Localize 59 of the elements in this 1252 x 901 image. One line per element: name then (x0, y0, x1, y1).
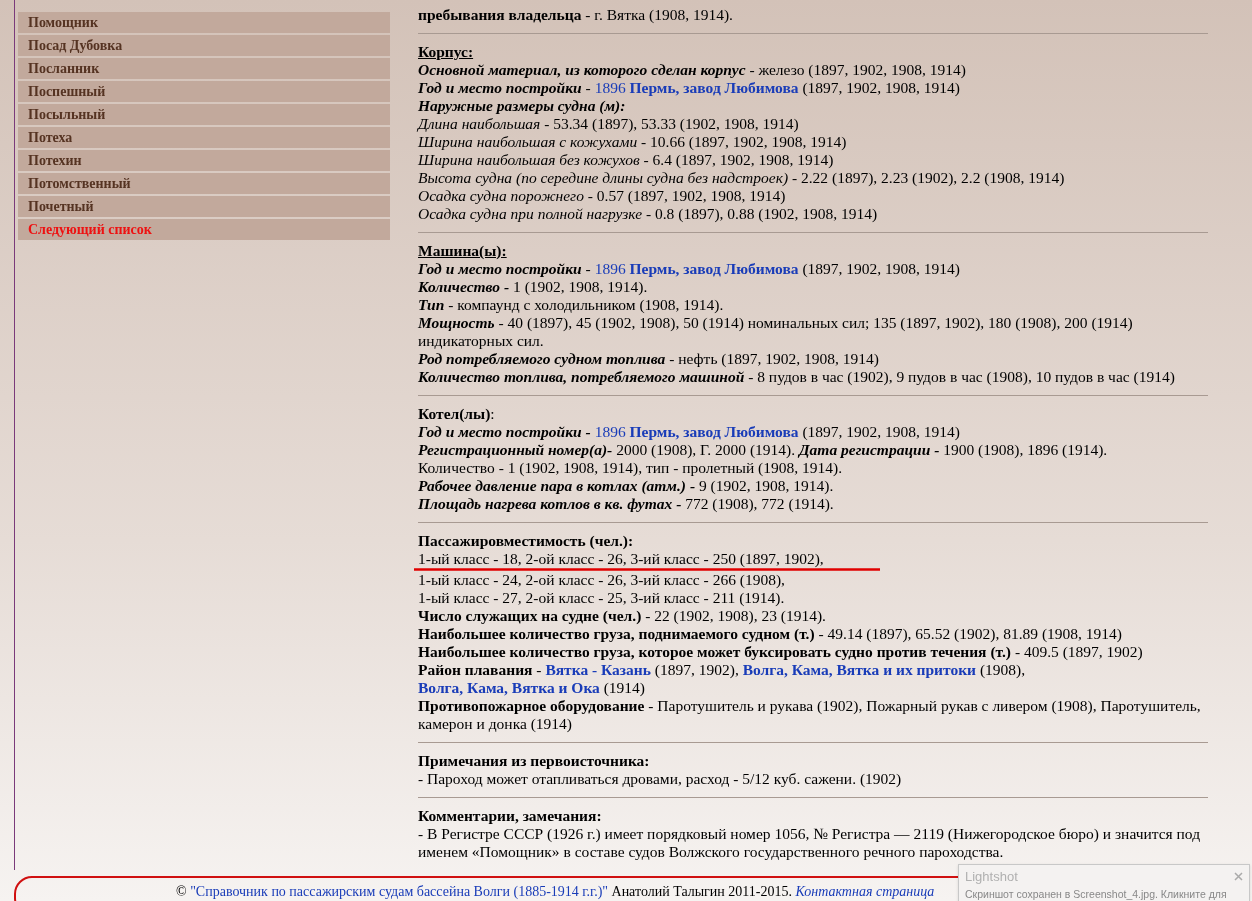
info-line: Тип - компаунд с холодильником (1908, 1914). (418, 296, 725, 314)
info-line: Корпус: (418, 43, 475, 61)
link[interactable]: Контактная страница (795, 884, 935, 899)
link[interactable]: 1896 Пермь, завод Любимова (594, 79, 799, 96)
info-line: Длина наибольшая - 53.34 (1897), 53.33 (1902, 1908, 1914) (418, 115, 800, 133)
sidebar-item[interactable]: Помощник (18, 12, 390, 33)
sidebar-item[interactable]: Потомственный (18, 173, 390, 194)
info-line: Примечания из первоисточника: (418, 752, 651, 770)
info-line: Высота судна (по середине длины судна без надстроек) - 2.22 (1897), 2.23 (1902), 2.2 (1908, 1914) (418, 169, 1066, 187)
info-line: Год и место постройки - 1896 Пермь, завод Любимова (1897, 1902, 1908, 1914) (418, 79, 961, 97)
info-line: Район плавания - Вятка - Казань (1897, 1902), Волга, Кама, Вятка и их притоки (1908), Волга, Кама, Вятка и Ока (1914) (418, 661, 1027, 697)
close-icon[interactable] (1234, 872, 1243, 882)
info-line: Год и место постройки - 1896 Пермь, завод Любимова (1897, 1902, 1908, 1914) (418, 260, 961, 278)
sidebar-item[interactable]: Почетный (18, 196, 390, 217)
notification-title: Lightshot (965, 868, 1018, 886)
info-line: Наибольшее количество груза, поднимаемого судном (т.) - 49.14 (1897), 65.52 (1902), 81.89 (1908, 1914) (418, 625, 1123, 643)
info-line: 1-ый класс - 18, 2-ой класс - 26, 3-ий класс - 250 (1897, 1902), (418, 550, 825, 568)
info-line: Площадь нагрева котлов в кв. футах - 772 (1908), 772 (1914). (418, 495, 835, 513)
sidebar-item[interactable]: Потехин (18, 150, 390, 171)
link[interactable]: Волга, Кама, Вятка и Ока (418, 679, 600, 696)
info-line: Ширина наибольшая с кожухами - 10.66 (1897, 1902, 1908, 1914) (418, 133, 848, 151)
info-line: Осадка судна порожнего - 0.57 (1897, 1902, 1908, 1914) (418, 187, 787, 205)
sidebar-item[interactable]: Поспешный (18, 81, 390, 102)
info-line: Основной материал, из которого сделан корпус - железо (1897, 1902, 1908, 1914) (418, 61, 967, 79)
info-line: Наибольшее количество груза, которое может буксировать судно против течения (т.) - 409.5 (1897, 1902) (418, 643, 1144, 661)
sidebar-item[interactable]: Посад Дубовка (18, 35, 390, 56)
info-line: Противопожарное оборудование - Паротушитель и рукава (1902), Пожарный рукав с ливером (1908), Паротушитель, камерон и донка (1914) (418, 697, 1202, 733)
info-line: Наружные размеры судна (м): (418, 97, 627, 115)
info-line: - Пароход может отапливаться дровами, расход - 5/12 куб. сажени. (1902) (418, 770, 903, 788)
footer-text: © "Справочник по пассажирским судам бассейна Волги (1885-1914 г.г.)" Анатолий Талыгин 2011-2015. Контактная страница (176, 883, 935, 901)
sidebar-item[interactable]: Посланник (18, 58, 390, 79)
info-line: Мощность - 40 (1897), 45 (1902, 1908), 50 (1914) номинальных сил; 135 (1897, 1902), 180 (1908), 200 (1914) индикаторных сил. (418, 314, 1134, 350)
info-line: Количество - 1 (1902, 1908, 1914). (418, 278, 649, 296)
link[interactable]: "Справочник по пассажирским судам бассейна Волги (1885-1914 г.г.)" (190, 884, 608, 899)
link[interactable]: 1896 Пермь, завод Любимова (594, 423, 799, 440)
info-line: 1-ый класс - 27, 2-ой класс - 25, 3-ий класс - 211 (1914). (418, 589, 786, 607)
info-line: Регистрационный номер(а)- 2000 (1908), Г. 2000 (1914). Дата регистрации - 1900 (1908), 1896 (1914). (418, 441, 1109, 459)
info-line: Машина(ы): (418, 242, 508, 260)
info-line: Пассажировместимость (чел.): (418, 532, 635, 550)
sidebar-item[interactable]: Посыльный (18, 104, 390, 125)
info-line: Рабочее давление пара в котлах (атм.) - 9 (1902, 1908, 1914). (418, 477, 835, 495)
notification-message: Скриншот сохранен в Screenshot_4.jpg. Кликните для (965, 886, 1228, 901)
info-line: - В Регистре СССР (1926 г.) имеет порядковый номер 1056, № Регистра — 2119 (Нижегородское бюро) и значится под именем «Помощник» в составе судов Волжского государственного речного пароходства. (418, 825, 1202, 861)
info-line: Число служащих на судне (чел.) - 22 (1902, 1908), 23 (1914). (418, 607, 827, 625)
info-line: Котел(лы): (418, 405, 496, 423)
info-line: 1-ый класс - 24, 2-ой класс - 26, 3-ий класс - 266 (1908), (418, 571, 786, 589)
info-line: пребывания владельца - г. Вятка (1908, 1914). (418, 6, 734, 24)
info-line: Количество - 1 (1902, 1908, 1914), тип - пролетный (1908, 1914). (418, 459, 843, 477)
info-line: Род потребляемого судном топлива - нефть (1897, 1902, 1908, 1914) (418, 350, 880, 368)
link[interactable]: Волга, Кама, Вятка и их притоки (742, 661, 977, 678)
info-line: Ширина наибольшая без кожухов - 6.4 (1897, 1902, 1908, 1914) (418, 151, 835, 169)
info-line: Год и место постройки - 1896 Пермь, завод Любимова (1897, 1902, 1908, 1914) (418, 423, 961, 441)
info-line: Осадка судна при полной нагрузке - 0.8 (1897), 0.88 (1902, 1908, 1914) (418, 205, 879, 223)
info-line: Комментарии, замечания: (418, 807, 603, 825)
link[interactable]: 1896 Пермь, завод Любимова (594, 260, 799, 277)
sidebar-item[interactable]: Потеха (18, 127, 390, 148)
info-line: Количество топлива, потребляемого машиной - 8 пудов в час (1902), 9 пудов в час (1908), 10 пудов в час (1914) (418, 368, 1176, 386)
notification-popup[interactable]: Lightshot Скриншот сохранен в Screenshot_4.jpg. Кликните для (958, 864, 1250, 901)
link[interactable]: Вятка - Казань (545, 661, 651, 678)
